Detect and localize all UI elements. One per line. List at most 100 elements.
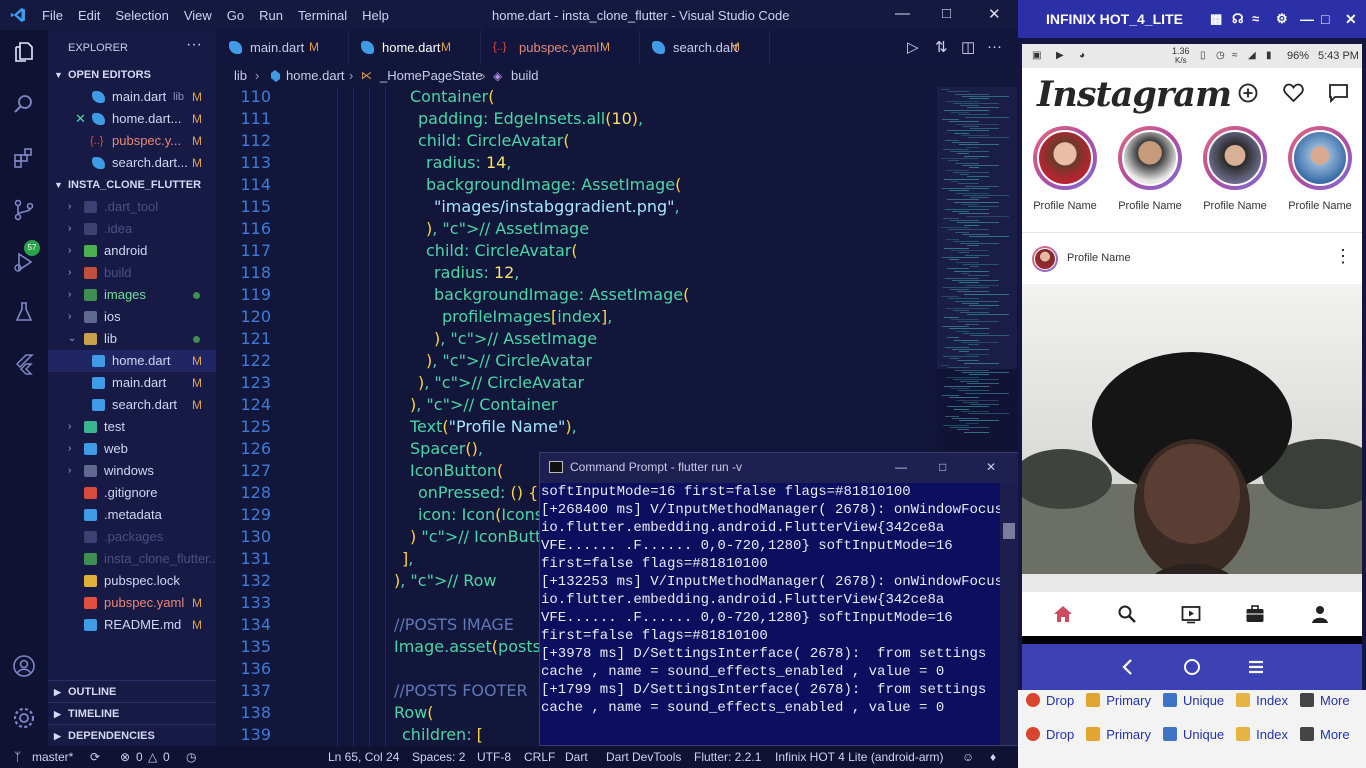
- code-line[interactable]: Image.asset(posts[: [394, 637, 547, 656]
- compare-icon[interactable]: ⇅: [935, 38, 948, 56]
- tab-pubspec-yaml[interactable]: {..} pubspec.yaml M: [481, 30, 640, 65]
- menu-item-selection[interactable]: Selection: [115, 8, 168, 23]
- open-editor-item[interactable]: main.dart lib M: [48, 86, 216, 108]
- add-post-icon[interactable]: [1238, 83, 1258, 103]
- notifications-bell-icon[interactable]: ♦: [990, 746, 996, 768]
- line-endings[interactable]: CRLF: [524, 746, 555, 768]
- tree-item[interactable]: › images: [48, 284, 216, 306]
- close-icon[interactable]: ✕: [75, 108, 86, 130]
- breadcrumb-class[interactable]: _HomePageState: [380, 65, 483, 87]
- maximize-icon[interactable]: □: [1321, 0, 1329, 38]
- drop-link[interactable]: Drop: [1026, 727, 1080, 742]
- code-line[interactable]: Spacer(),: [410, 439, 483, 458]
- profile-icon[interactable]: [1310, 604, 1330, 624]
- home-button-icon[interactable]: [1181, 656, 1203, 678]
- more-actions-icon[interactable]: ···: [987, 38, 1002, 55]
- tree-item[interactable]: main.dart M: [48, 372, 216, 394]
- tree-item[interactable]: › ios: [48, 306, 216, 328]
- code-line[interactable]: backgroundImage: AssetImage(: [426, 175, 681, 194]
- close-icon[interactable]: ✕: [988, 5, 1001, 23]
- minimize-icon[interactable]: —: [895, 5, 910, 22]
- split-editor-icon[interactable]: ◫: [961, 38, 975, 56]
- index-link[interactable]: Index: [1236, 693, 1294, 708]
- tree-item[interactable]: .packages: [48, 526, 216, 548]
- search-icon[interactable]: [1117, 604, 1137, 624]
- minimize-icon[interactable]: —: [895, 453, 907, 481]
- post-options-icon[interactable]: ⋮: [1334, 246, 1352, 266]
- code-line[interactable]: ],: [402, 549, 413, 568]
- more-link[interactable]: More: [1299, 693, 1356, 708]
- cursor-position[interactable]: Ln 65, Col 24: [328, 746, 399, 768]
- command-prompt-window[interactable]: Command Prompt - flutter run -v — □ ✕ so…: [539, 452, 1018, 746]
- encoding[interactable]: UTF-8: [477, 746, 511, 768]
- history-icon[interactable]: ◷: [186, 746, 196, 768]
- wifi-icon[interactable]: ≈: [1252, 0, 1259, 38]
- code-line[interactable]: ), "c">// CircleAvatar: [426, 351, 592, 370]
- breadcrumb-lib[interactable]: lib: [234, 65, 247, 87]
- home-icon[interactable]: [1053, 604, 1073, 624]
- code-line[interactable]: child: CircleAvatar(: [418, 131, 570, 150]
- tree-item[interactable]: README.md M: [48, 614, 216, 636]
- account-icon[interactable]: [12, 654, 36, 678]
- code-line[interactable]: "images/instabggradient.png",: [434, 197, 680, 216]
- tab-search-dart[interactable]: search.dart M: [640, 30, 770, 65]
- messages-icon[interactable]: [1328, 83, 1349, 103]
- open-editor-item[interactable]: ✕ home.dart... M: [48, 108, 216, 130]
- settings-gear-icon[interactable]: [12, 706, 36, 730]
- language-mode[interactable]: Dart: [565, 746, 588, 768]
- tree-item[interactable]: insta_clone_flutter...: [48, 548, 220, 570]
- index-link[interactable]: Index: [1236, 727, 1294, 742]
- project-section[interactable]: ▼ INSTA_CLONE_FLUTTER: [48, 174, 216, 196]
- maximize-icon[interactable]: □: [939, 453, 946, 481]
- unique-link[interactable]: Unique: [1162, 727, 1230, 742]
- tab-home-dart[interactable]: home.dart M: [349, 30, 481, 65]
- tree-item[interactable]: .metadata: [48, 504, 216, 526]
- tree-item[interactable]: › .idea: [48, 218, 216, 240]
- camera-icon[interactable]: ▩: [1210, 0, 1222, 38]
- source-control-icon[interactable]: [12, 198, 36, 222]
- warning-count[interactable]: 0: [163, 746, 170, 768]
- tree-item[interactable]: › android: [48, 240, 216, 262]
- tree-item[interactable]: .gitignore: [48, 482, 216, 504]
- phone-screen[interactable]: ▣ ▶ ◕ 1.36 K/s ▯ ◷ ≈ ◢ ▮ 96% 5:43 PM Ins…: [1022, 44, 1362, 644]
- code-line[interactable]: Text("Profile Name"),: [410, 417, 577, 436]
- code-line[interactable]: ), "c">// AssetImage: [426, 219, 589, 238]
- tab-main-dart[interactable]: main.dart M: [217, 30, 349, 65]
- code-line[interactable]: ), "c">// AssetImage: [434, 329, 597, 348]
- warning-icon[interactable]: △: [148, 746, 157, 768]
- post-author-avatar[interactable]: [1032, 246, 1058, 272]
- code-line[interactable]: Row(: [394, 703, 434, 722]
- close-icon[interactable]: ✕: [1345, 0, 1357, 38]
- feedback-icon[interactable]: ☺: [962, 746, 974, 768]
- dart-devtools[interactable]: Dart DevTools: [606, 746, 681, 768]
- flutter-icon[interactable]: [12, 352, 36, 376]
- tree-item[interactable]: ⌄ lib: [48, 328, 216, 350]
- run-icon[interactable]: ▷: [907, 38, 919, 56]
- code-line[interactable]: //POSTS FOOTER: [394, 681, 528, 700]
- heart-icon[interactable]: [1283, 83, 1304, 103]
- primary-link[interactable]: Primary: [1086, 727, 1157, 742]
- scrollbar-thumb[interactable]: [1003, 523, 1015, 539]
- run-debug-icon[interactable]: [12, 250, 36, 274]
- breadcrumb-file[interactable]: home.dart: [286, 65, 345, 87]
- tree-item[interactable]: search.dart M: [48, 394, 216, 416]
- code-line[interactable]: Container(: [410, 87, 494, 106]
- menu-item-go[interactable]: Go: [227, 8, 244, 23]
- more-actions-icon[interactable]: ···: [186, 36, 202, 54]
- menu-item-terminal[interactable]: Terminal: [298, 8, 347, 23]
- code-line[interactable]: ), "c">// Container: [410, 395, 557, 414]
- flutter-version[interactable]: Flutter: 2.2.1: [694, 746, 761, 768]
- outline-section[interactable]: ▶ OUTLINE: [48, 680, 216, 702]
- extensions-icon[interactable]: [12, 146, 36, 170]
- headset-icon[interactable]: ☊: [1232, 0, 1244, 38]
- tree-item[interactable]: › windows: [48, 460, 216, 482]
- code-line[interactable]: icon: Icon(Icons: [418, 505, 543, 524]
- tree-item[interactable]: pubspec.lock: [48, 570, 216, 592]
- cmd-scrollbar[interactable]: [1000, 483, 1018, 745]
- tree-item[interactable]: › web: [48, 438, 216, 460]
- menu-item-view[interactable]: View: [184, 8, 212, 23]
- testing-icon[interactable]: [12, 300, 36, 324]
- settings-gear-icon[interactable]: ⚙: [1276, 0, 1288, 38]
- code-line[interactable]: padding: EdgeInsets.all(10),: [418, 109, 643, 128]
- reels-icon[interactable]: [1181, 604, 1201, 624]
